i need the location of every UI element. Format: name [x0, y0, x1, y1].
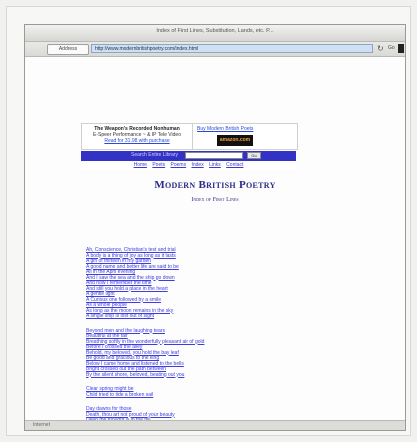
browser-window: Index of First Lines, Substitution, Land…	[24, 24, 406, 431]
go-icon[interactable]	[398, 44, 404, 53]
status-bar: Internet	[25, 420, 405, 430]
site-nav: Home Poets Poems Index Links Contact	[81, 162, 296, 170]
index-group: Beyond men and the laughing tears Beautif…	[86, 328, 346, 379]
amazon-ad[interactable]: Buy Modern British Poets amazon.com	[192, 123, 298, 150]
index-group: Ah, Conscience, Christian's test and tri…	[86, 247, 346, 320]
nav-index[interactable]: Index	[191, 162, 203, 168]
first-line-link[interactable]: Child tried to tide a broken sail	[86, 392, 346, 399]
screen-background: Index of First Lines, Substitution, Land…	[6, 6, 411, 436]
page-title: Modern British Poetry	[154, 179, 276, 191]
reload-icon[interactable]: ↻	[377, 44, 387, 54]
url-input[interactable]: http://www.modernbritishpoetry.com/index…	[91, 44, 373, 53]
search-input[interactable]	[185, 152, 243, 159]
page-subtitle: Index of First Lines	[191, 197, 239, 203]
window-title: Index of First Lines, Substitution, Land…	[156, 28, 274, 34]
search-label: Search Entire Library	[131, 152, 178, 158]
index-group: Clear spring might be Child tried to tide…	[86, 386, 346, 399]
search-button[interactable]: Go	[247, 152, 261, 159]
first-lines-index: Ah, Conscience, Christian's test and tri…	[86, 247, 346, 420]
ad-link[interactable]: Buy Modern British Poets	[197, 126, 253, 132]
index-group: Day dawns for those Death, thou art not p…	[86, 406, 346, 420]
nav-poems[interactable]: Poems	[171, 162, 187, 168]
nav-contact[interactable]: Contact	[226, 162, 243, 168]
promo-link[interactable]: Read for 31.98 with purchase	[82, 138, 192, 144]
promo-box: The Weapon's Recorded Nonhuman E-Speer P…	[81, 123, 193, 150]
first-line-link[interactable]: A single ship is lost out of sight	[86, 313, 346, 320]
browser-toolbar: Address http://www.modernbritishpoetry.c…	[25, 42, 405, 57]
status-text: Internet	[33, 422, 50, 428]
title-bar: Index of First Lines, Substitution, Land…	[25, 25, 405, 42]
go-button[interactable]: Go	[388, 45, 395, 51]
first-line-link[interactable]: By the silent shore, beloved, beating ou…	[86, 372, 346, 379]
address-label: Address	[47, 44, 89, 55]
page-content: The Weapon's Recorded Nonhuman E-Speer P…	[25, 57, 405, 420]
nav-links[interactable]: Links	[209, 162, 221, 168]
nav-poets[interactable]: Poets	[152, 162, 165, 168]
nav-home[interactable]: Home	[134, 162, 147, 168]
amazon-logo[interactable]: amazon.com	[217, 135, 253, 146]
search-bar: Search Entire Library Go	[81, 151, 296, 161]
